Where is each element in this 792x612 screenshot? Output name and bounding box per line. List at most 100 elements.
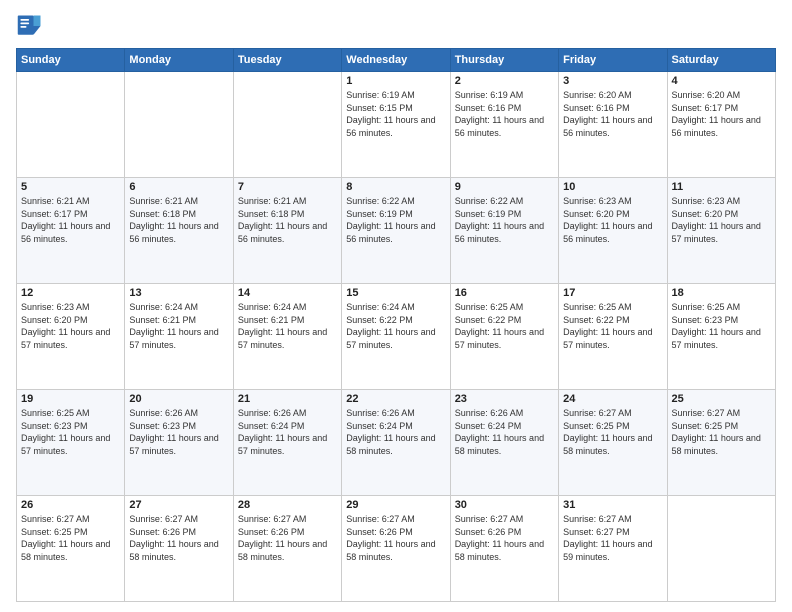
day-info: Sunrise: 6:20 AM Sunset: 6:17 PM Dayligh… xyxy=(672,89,771,139)
day-number: 9 xyxy=(455,181,554,193)
day-number: 5 xyxy=(21,181,120,193)
day-number: 24 xyxy=(563,393,662,405)
day-info: Sunrise: 6:27 AM Sunset: 6:26 PM Dayligh… xyxy=(346,513,445,563)
calendar-cell xyxy=(125,72,233,178)
day-info: Sunrise: 6:26 AM Sunset: 6:24 PM Dayligh… xyxy=(346,407,445,457)
calendar-cell: 21Sunrise: 6:26 AM Sunset: 6:24 PM Dayli… xyxy=(233,390,341,496)
day-number: 4 xyxy=(672,75,771,87)
day-info: Sunrise: 6:20 AM Sunset: 6:16 PM Dayligh… xyxy=(563,89,662,139)
day-info: Sunrise: 6:19 AM Sunset: 6:15 PM Dayligh… xyxy=(346,89,445,139)
day-number: 20 xyxy=(129,393,228,405)
day-info: Sunrise: 6:25 AM Sunset: 6:23 PM Dayligh… xyxy=(672,301,771,351)
calendar-cell xyxy=(17,72,125,178)
calendar-cell: 16 Sunrise: 6:25 AM Sunset: 6:22 PM Dayli… xyxy=(450,284,558,390)
calendar-cell: 20 Sunrise: 6:26 AM Sunset: 6:23 PM Dayli… xyxy=(125,390,233,496)
day-number: 3 xyxy=(563,75,662,87)
logo xyxy=(16,12,48,40)
day-info: Sunrise: 6:22 AM Sunset: 6:19 PM Dayligh… xyxy=(346,195,445,245)
calendar-week-5: 26 Sunrise: 6:27 AM Sunset: 6:25 PM Dayli… xyxy=(17,496,776,602)
day-info: Sunrise: 6:21 AM Sunset: 6:18 PM Dayligh… xyxy=(238,195,337,245)
calendar-week-2: 5Sunrise: 6:21 AM Sunset: 6:17 PM Daylig… xyxy=(17,178,776,284)
header xyxy=(16,12,776,40)
day-info: Sunrise: 6:27 AM Sunset: 6:26 PM Dayligh… xyxy=(238,513,337,563)
calendar-cell: 25 Sunrise: 6:27 AM Sunset: 6:25 PM Dayli… xyxy=(667,390,775,496)
weekday-header-saturday: Saturday xyxy=(667,49,775,72)
day-info: Sunrise: 6:23 AM Sunset: 6:20 PM Dayligh… xyxy=(563,195,662,245)
day-info: Sunrise: 6:26 AM Sunset: 6:24 PM Dayligh… xyxy=(238,407,337,457)
weekday-header-friday: Friday xyxy=(559,49,667,72)
calendar-cell: 14 Sunrise: 6:24 AM Sunset: 6:21 PM Dayli… xyxy=(233,284,341,390)
day-number: 13 xyxy=(129,287,228,299)
weekday-header-thursday: Thursday xyxy=(450,49,558,72)
day-number: 25 xyxy=(672,393,771,405)
calendar-cell: 23 Sunrise: 6:26 AM Sunset: 6:24 PM Dayli… xyxy=(450,390,558,496)
day-number: 14 xyxy=(238,287,337,299)
day-info: Sunrise: 6:27 AM Sunset: 6:25 PM Dayligh… xyxy=(563,407,662,457)
calendar-cell: 7Sunrise: 6:21 AM Sunset: 6:18 PM Daylig… xyxy=(233,178,341,284)
day-number: 27 xyxy=(129,499,228,511)
weekday-header-wednesday: Wednesday xyxy=(342,49,450,72)
day-number: 29 xyxy=(346,499,445,511)
calendar-cell: 3 Sunrise: 6:20 AM Sunset: 6:16 PM Daylig… xyxy=(559,72,667,178)
calendar-cell: 2 Sunrise: 6:19 AM Sunset: 6:16 PM Daylig… xyxy=(450,72,558,178)
day-number: 1 xyxy=(346,75,445,87)
calendar-cell: 15Sunrise: 6:24 AM Sunset: 6:22 PM Dayli… xyxy=(342,284,450,390)
day-info: Sunrise: 6:23 AM Sunset: 6:20 PM Dayligh… xyxy=(672,195,771,245)
day-number: 22 xyxy=(346,393,445,405)
day-number: 17 xyxy=(563,287,662,299)
day-number: 28 xyxy=(238,499,337,511)
calendar-cell xyxy=(667,496,775,602)
day-info: Sunrise: 6:27 AM Sunset: 6:27 PM Dayligh… xyxy=(563,513,662,563)
day-number: 2 xyxy=(455,75,554,87)
calendar-cell: 18 Sunrise: 6:25 AM Sunset: 6:23 PM Dayli… xyxy=(667,284,775,390)
calendar-cell: 5Sunrise: 6:21 AM Sunset: 6:17 PM Daylig… xyxy=(17,178,125,284)
calendar-week-1: 1 Sunrise: 6:19 AM Sunset: 6:15 PM Daylig… xyxy=(17,72,776,178)
day-info: Sunrise: 6:27 AM Sunset: 6:26 PM Dayligh… xyxy=(129,513,228,563)
calendar-cell: 26 Sunrise: 6:27 AM Sunset: 6:25 PM Dayli… xyxy=(17,496,125,602)
day-info: Sunrise: 6:24 AM Sunset: 6:21 PM Dayligh… xyxy=(238,301,337,351)
day-info: Sunrise: 6:24 AM Sunset: 6:22 PM Dayligh… xyxy=(346,301,445,351)
day-number: 12 xyxy=(21,287,120,299)
day-info: Sunrise: 6:27 AM Sunset: 6:25 PM Dayligh… xyxy=(672,407,771,457)
calendar-cell: 1 Sunrise: 6:19 AM Sunset: 6:15 PM Daylig… xyxy=(342,72,450,178)
calendar-cell: 11 Sunrise: 6:23 AM Sunset: 6:20 PM Dayli… xyxy=(667,178,775,284)
calendar-cell: 31 Sunrise: 6:27 AM Sunset: 6:27 PM Dayli… xyxy=(559,496,667,602)
page: SundayMondayTuesdayWednesdayThursdayFrid… xyxy=(0,0,792,612)
day-number: 6 xyxy=(129,181,228,193)
calendar-table: SundayMondayTuesdayWednesdayThursdayFrid… xyxy=(16,48,776,602)
calendar-cell: 17 Sunrise: 6:25 AM Sunset: 6:22 PM Dayli… xyxy=(559,284,667,390)
calendar-cell: 29 Sunrise: 6:27 AM Sunset: 6:26 PM Dayli… xyxy=(342,496,450,602)
calendar-cell: 19Sunrise: 6:25 AM Sunset: 6:23 PM Dayli… xyxy=(17,390,125,496)
calendar-cell: 4 Sunrise: 6:20 AM Sunset: 6:17 PM Daylig… xyxy=(667,72,775,178)
calendar-cell: 9Sunrise: 6:22 AM Sunset: 6:19 PM Daylig… xyxy=(450,178,558,284)
calendar-cell: 27 Sunrise: 6:27 AM Sunset: 6:26 PM Dayli… xyxy=(125,496,233,602)
day-number: 30 xyxy=(455,499,554,511)
day-number: 11 xyxy=(672,181,771,193)
day-number: 23 xyxy=(455,393,554,405)
day-info: Sunrise: 6:27 AM Sunset: 6:25 PM Dayligh… xyxy=(21,513,120,563)
day-info: Sunrise: 6:27 AM Sunset: 6:26 PM Dayligh… xyxy=(455,513,554,563)
calendar-cell: 30 Sunrise: 6:27 AM Sunset: 6:26 PM Dayli… xyxy=(450,496,558,602)
weekday-header-sunday: Sunday xyxy=(17,49,125,72)
day-info: Sunrise: 6:26 AM Sunset: 6:24 PM Dayligh… xyxy=(455,407,554,457)
day-info: Sunrise: 6:25 AM Sunset: 6:22 PM Dayligh… xyxy=(563,301,662,351)
calendar-cell: 28 Sunrise: 6:27 AM Sunset: 6:26 PM Dayli… xyxy=(233,496,341,602)
day-info: Sunrise: 6:19 AM Sunset: 6:16 PM Dayligh… xyxy=(455,89,554,139)
day-info: Sunrise: 6:25 AM Sunset: 6:23 PM Dayligh… xyxy=(21,407,120,457)
calendar-cell: 8Sunrise: 6:22 AM Sunset: 6:19 PM Daylig… xyxy=(342,178,450,284)
calendar-cell: 10 Sunrise: 6:23 AM Sunset: 6:20 PM Dayli… xyxy=(559,178,667,284)
calendar-cell: 6Sunrise: 6:21 AM Sunset: 6:18 PM Daylig… xyxy=(125,178,233,284)
day-info: Sunrise: 6:25 AM Sunset: 6:22 PM Dayligh… xyxy=(455,301,554,351)
day-info: Sunrise: 6:26 AM Sunset: 6:23 PM Dayligh… xyxy=(129,407,228,457)
calendar-cell: 13 Sunrise: 6:24 AM Sunset: 6:21 PM Dayli… xyxy=(125,284,233,390)
logo-icon xyxy=(16,12,44,40)
day-number: 10 xyxy=(563,181,662,193)
day-number: 16 xyxy=(455,287,554,299)
calendar-week-4: 19Sunrise: 6:25 AM Sunset: 6:23 PM Dayli… xyxy=(17,390,776,496)
day-number: 18 xyxy=(672,287,771,299)
day-number: 31 xyxy=(563,499,662,511)
calendar-cell: 12Sunrise: 6:23 AM Sunset: 6:20 PM Dayli… xyxy=(17,284,125,390)
day-info: Sunrise: 6:24 AM Sunset: 6:21 PM Dayligh… xyxy=(129,301,228,351)
day-number: 26 xyxy=(21,499,120,511)
calendar-cell: 22 Sunrise: 6:26 AM Sunset: 6:24 PM Dayli… xyxy=(342,390,450,496)
